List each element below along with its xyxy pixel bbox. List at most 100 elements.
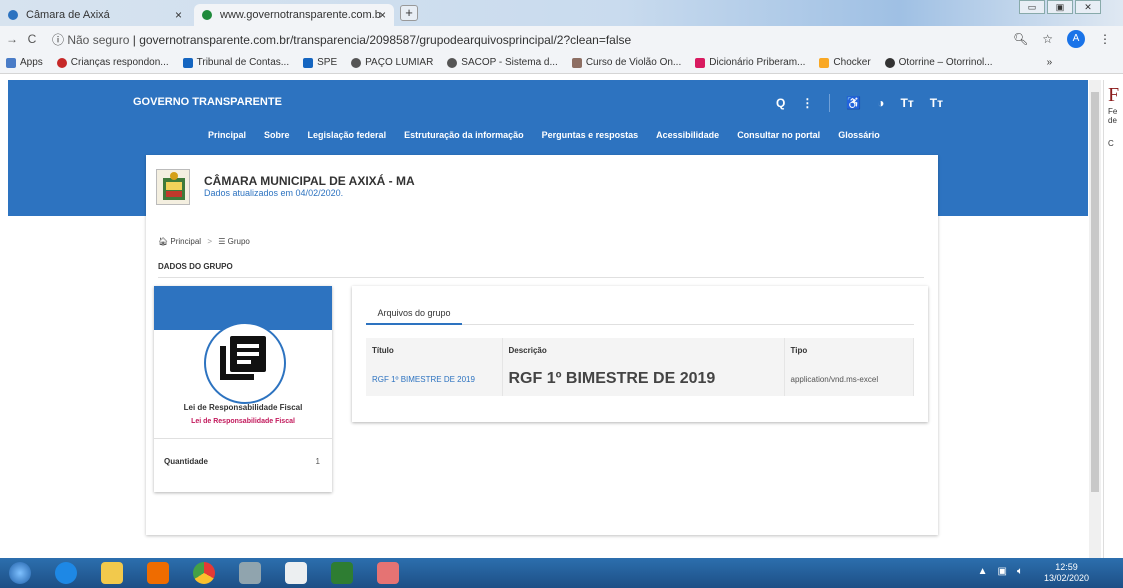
star-icon[interactable]: ☆ xyxy=(1042,32,1053,46)
taskbar-excel[interactable] xyxy=(322,560,362,586)
site-brand[interactable]: GOVERNO TRANSPARENTE xyxy=(133,96,282,108)
tab-label: Câmara de Axixá xyxy=(26,9,110,21)
zoom-icon[interactable]: 🔍︎ xyxy=(1013,32,1028,46)
more-icon[interactable]: ⋮ xyxy=(801,96,813,110)
menu-sobre[interactable]: Sobre xyxy=(264,130,290,140)
bookmark-item[interactable]: Crianças respondon... xyxy=(56,57,169,68)
municipal-seal-icon xyxy=(156,169,190,205)
active-tab-indicator xyxy=(366,323,462,325)
tab-camara-axixa[interactable]: Câmara de Axixá × xyxy=(0,4,190,26)
header-tools: Q ⋮ ♿ ◑ Tт Tт xyxy=(776,94,943,112)
section-title: DADOS DO GRUPO xyxy=(158,262,233,271)
divider xyxy=(829,94,831,112)
profile-avatar[interactable]: A xyxy=(1067,30,1085,48)
accessibility-icon[interactable]: ♿ xyxy=(846,96,861,110)
menu-legislacao[interactable]: Legislação federal xyxy=(308,130,387,140)
tab-arquivos-do-grupo[interactable]: Arquivos do grupo xyxy=(366,304,462,324)
bookmark-item[interactable]: Tribunal de Contas... xyxy=(182,57,289,68)
column-header-tipo[interactable]: Tipo xyxy=(784,338,914,362)
show-hidden-icon[interactable]: ▲ xyxy=(978,566,988,577)
file-title-link[interactable]: RGF 1º BIMESTRE DE 2019 xyxy=(366,362,503,396)
column-header-titulo[interactable]: Título xyxy=(366,338,503,362)
scrollbar-thumb[interactable] xyxy=(1091,92,1099,492)
new-tab-button[interactable]: + xyxy=(400,5,418,21)
taskbar-word[interactable] xyxy=(276,560,316,586)
bookmark-apps[interactable]: Apps xyxy=(6,57,43,68)
page-favicon-icon xyxy=(8,10,18,20)
taskbar-ie[interactable] xyxy=(46,560,86,586)
address-bar: → C ⓘ Não seguro | governotransparente.c… xyxy=(0,26,1123,52)
search-icon[interactable]: Q xyxy=(776,96,785,110)
bookmarks-more[interactable]: » xyxy=(1047,57,1053,68)
taskbar-calculator[interactable] xyxy=(230,560,270,586)
url-input[interactable]: ⓘ Não seguro | governotransparente.com.b… xyxy=(52,31,631,48)
close-icon[interactable]: × xyxy=(175,8,182,22)
last-updated: Dados atualizados em 04/02/2020. xyxy=(204,188,344,198)
apps-icon xyxy=(6,57,16,68)
restore-icon[interactable]: ▣ xyxy=(1047,0,1073,14)
windows-logo-icon xyxy=(9,562,31,584)
file-description: RGF 1º BIMESTRE DE 2019 xyxy=(502,362,785,396)
info-icon: ⓘ xyxy=(52,32,68,47)
files-card: Arquivos do grupo Título Descrição Tipo … xyxy=(352,286,928,422)
bookmark-item[interactable]: Chocker xyxy=(819,57,871,68)
partial-text: de xyxy=(1108,116,1117,125)
network-icon[interactable]: ▣ xyxy=(998,566,1007,577)
clock-time: 12:59 xyxy=(1055,562,1078,572)
bookmark-item[interactable]: SPE xyxy=(303,57,337,68)
clock-date: 13/02/2020 xyxy=(1043,573,1089,583)
spreadsheet-icon xyxy=(331,562,353,584)
bookmark-item[interactable]: Otorrine – Otorrinol... xyxy=(884,57,993,68)
partial-text: Fe xyxy=(1108,107,1118,116)
menu-perguntas[interactable]: Perguntas e respostas xyxy=(542,130,639,140)
partial-text: C xyxy=(1108,139,1114,148)
font-increase-icon[interactable]: Tт xyxy=(901,96,914,110)
menu-estruturacao[interactable]: Estruturação da informação xyxy=(404,130,524,140)
menu-consultar[interactable]: Consultar no portal xyxy=(737,130,820,140)
table-row[interactable]: RGF 1º BIMESTRE DE 2019 RGF 1º BIMESTRE … xyxy=(366,362,914,396)
breadcrumb-separator: > xyxy=(207,237,212,246)
taskbar-paint[interactable] xyxy=(368,560,408,586)
reload-icon[interactable]: C xyxy=(24,32,40,46)
security-status: Não seguro xyxy=(67,32,130,47)
group-card: Lei de Responsabilidade Fiscal Lei de Re… xyxy=(154,286,332,492)
taskbar-explorer[interactable] xyxy=(92,560,132,586)
url-text: governotransparente.com.br/transparencia… xyxy=(139,32,632,47)
clock-icon xyxy=(884,57,895,68)
tab-label: www.governotransparente.com.b xyxy=(220,9,381,21)
bookmark-item[interactable]: PAÇO LUMIAR xyxy=(351,57,433,68)
menu-icon[interactable]: ⋮ xyxy=(1099,32,1111,46)
menu-acessibilidade[interactable]: Acessibilidade xyxy=(656,130,719,140)
taskbar-chrome[interactable] xyxy=(184,560,224,586)
breadcrumb: 🏠︎ Principal > ☰ Grupo xyxy=(158,237,250,246)
file-type: application/vnd.ms-excel xyxy=(784,362,914,396)
volume-icon[interactable]: 🔈︎ xyxy=(1017,566,1023,577)
contrast-icon[interactable]: ◑ xyxy=(877,96,884,110)
taskbar-clock[interactable]: 12:59 13/02/2020 xyxy=(1044,562,1089,584)
menu-glossario[interactable]: Glossário xyxy=(838,130,880,140)
bookmark-item[interactable]: SACOP - Sistema d... xyxy=(447,57,558,68)
windows-taskbar: ▲ ▣ 🔈︎ 12:59 13/02/2020 xyxy=(0,558,1123,588)
bookmark-item[interactable]: Dicionário Priberam... xyxy=(695,57,805,68)
list-icon: ☰ xyxy=(218,237,226,246)
tab-governo-transparente[interactable]: www.governotransparente.com.b × xyxy=(194,4,394,26)
close-window-icon[interactable]: ✕ xyxy=(1075,0,1101,14)
browser-tab-strip: Câmara de Axixá × www.governotransparent… xyxy=(0,0,1123,26)
forward-icon[interactable]: → xyxy=(4,32,20,46)
font-decrease-icon[interactable]: Tт xyxy=(930,96,943,110)
dictionary-icon xyxy=(695,57,706,68)
start-button[interactable] xyxy=(0,560,40,586)
close-icon[interactable]: × xyxy=(379,8,386,22)
taskbar-media[interactable] xyxy=(138,560,178,586)
minimize-icon[interactable]: ▭ xyxy=(1019,0,1045,14)
group-subtitle[interactable]: Lei de Responsabilidade Fiscal xyxy=(154,418,332,425)
group-name: Lei de Responsabilidade Fiscal xyxy=(183,403,303,412)
bookmark-item[interactable]: Curso de Violão On... xyxy=(571,57,681,68)
column-header-descricao[interactable]: Descrição xyxy=(502,338,785,362)
window-controls: ▭ ▣ ✕ xyxy=(1019,0,1101,14)
quantity-value: 1 xyxy=(315,457,320,466)
menu-principal[interactable]: Principal xyxy=(208,130,246,140)
globe-icon xyxy=(351,57,362,68)
globe-icon xyxy=(447,57,458,68)
breadcrumb-home[interactable]: Principal xyxy=(170,237,201,246)
